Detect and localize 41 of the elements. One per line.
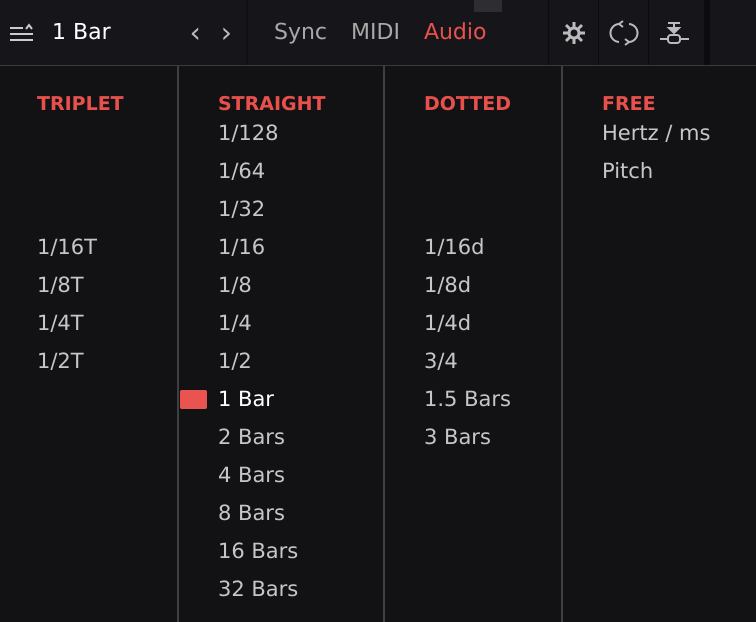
option-item[interactable]: 1/32 (218, 190, 266, 228)
sync-icon (608, 20, 638, 46)
previous-button[interactable]: ‹ (184, 18, 207, 46)
settings-icon (562, 20, 586, 44)
option-item[interactable]: Hertz / ms (602, 114, 710, 152)
option-item[interactable]: 3/4 (424, 342, 458, 380)
column-heading: FREE (602, 92, 657, 116)
option-item[interactable]: 1 Bar (218, 380, 274, 418)
option-item[interactable]: 2 Bars (218, 418, 285, 456)
option-item[interactable]: 1/4d (424, 304, 472, 342)
option-item[interactable]: 1/64 (218, 152, 266, 190)
menu-icon (9, 22, 35, 42)
option-item[interactable]: 1/8 (218, 266, 252, 304)
tab[interactable]: MIDI (339, 16, 412, 49)
tab[interactable]: Sync (262, 16, 340, 49)
option-item[interactable]: 1/8T (37, 266, 84, 304)
option-item[interactable]: 1/128 (218, 114, 279, 152)
tab[interactable]: Audio (412, 16, 498, 49)
next-button[interactable]: › (214, 18, 238, 46)
option-item[interactable]: 1/16d (424, 228, 484, 266)
option-item[interactable]: 1/2 (218, 342, 252, 380)
option-item[interactable]: 1/4T (37, 304, 84, 342)
option-item[interactable]: 1/2T (37, 342, 84, 380)
option-item[interactable]: 1/16 (218, 228, 266, 266)
option-item[interactable]: 3 Bars (424, 418, 491, 456)
option-item[interactable]: 32 Bars (218, 570, 298, 608)
option-item[interactable]: 1/16T (37, 228, 97, 266)
option-item[interactable]: 16 Bars (218, 532, 298, 570)
drag-handle[interactable] (474, 0, 502, 12)
option-item[interactable]: Pitch (602, 152, 654, 190)
column-heading: TRIPLET (37, 92, 125, 116)
selection-marker (180, 390, 207, 409)
column-heading: STRAIGHT (218, 92, 327, 116)
option-item[interactable]: 1.5 Bars (424, 380, 511, 418)
current-value: 1 Bar (52, 19, 111, 47)
option-item[interactable]: 4 Bars (218, 456, 285, 494)
column-heading: DOTTED (424, 92, 512, 116)
option-item[interactable]: 1/8d (424, 266, 472, 304)
option-item[interactable]: 8 Bars (218, 494, 285, 532)
pin-icon (658, 20, 688, 46)
option-item[interactable]: 1/4 (218, 304, 252, 342)
